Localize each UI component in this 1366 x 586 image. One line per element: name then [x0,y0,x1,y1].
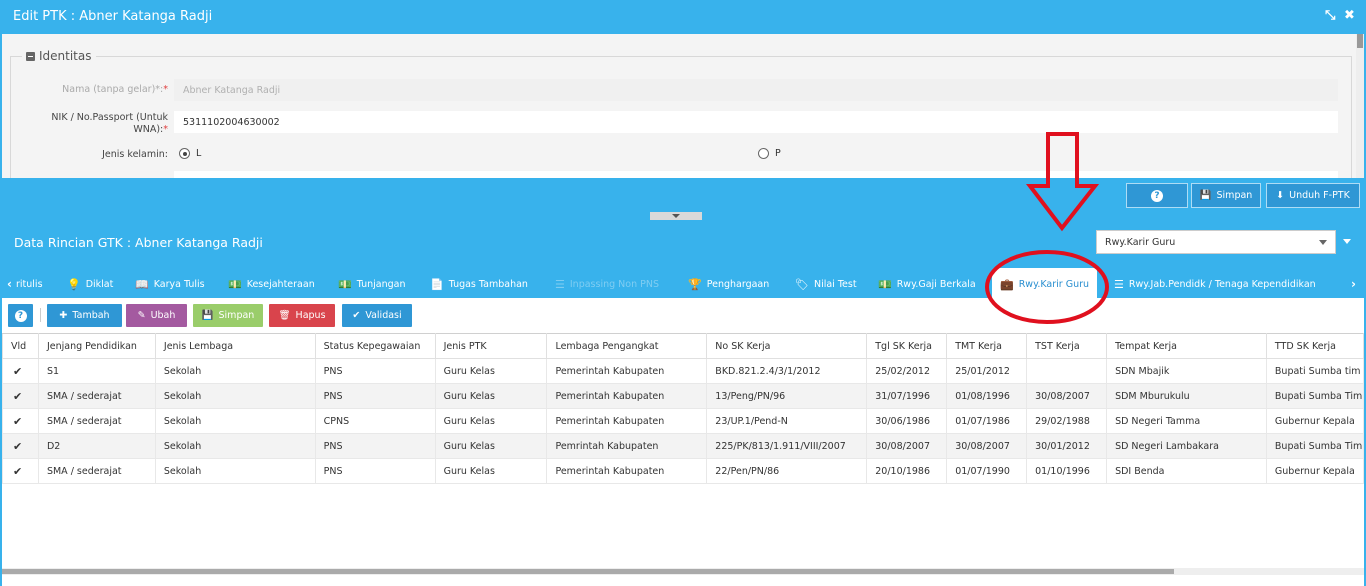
annotation-ellipse [985,250,1109,324]
app-frame: Edit PTK : Abner Katanga Radji ⤡ ✖ Ident… [0,0,1366,586]
annotation-overlay [985,132,1109,324]
annotation-arrow [1025,132,1100,232]
